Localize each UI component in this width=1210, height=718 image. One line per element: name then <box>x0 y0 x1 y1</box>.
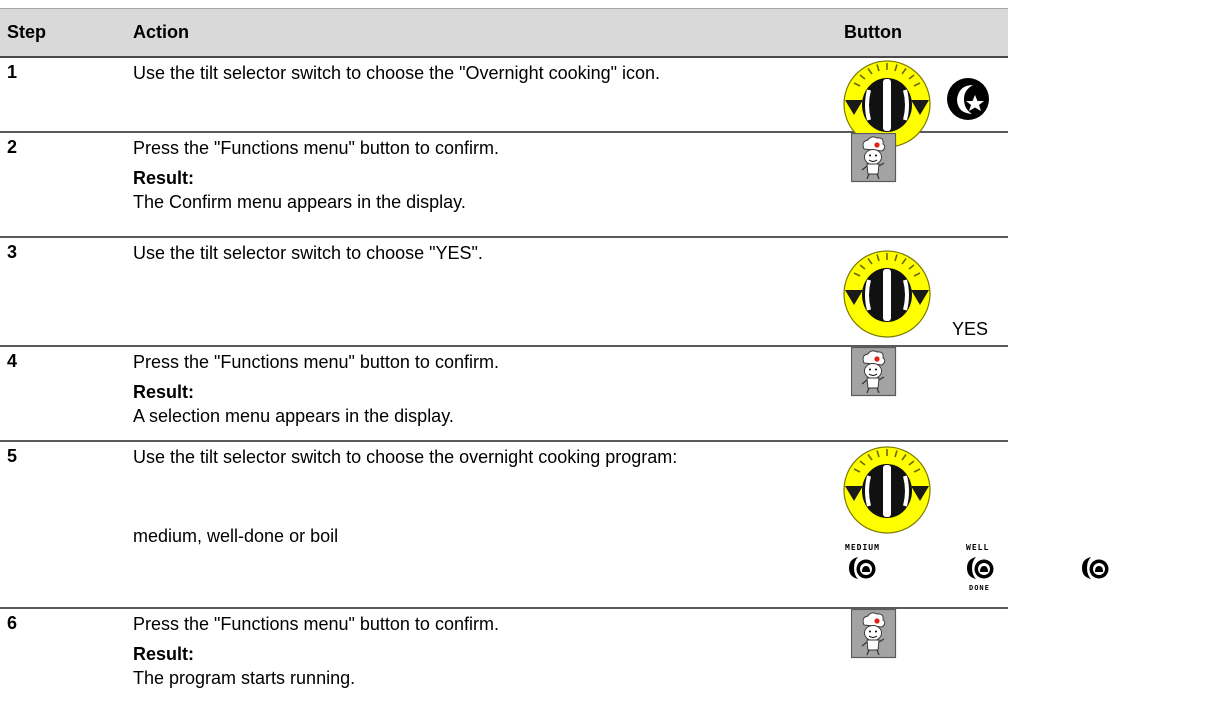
result-text: A selection menu appears in the display. <box>133 406 454 426</box>
action-text: Press the "Functions menu" button to con… <box>133 352 499 372</box>
step-number: 3 <box>7 242 18 262</box>
header-button: Button <box>844 22 902 42</box>
tilt-selector-switch-icon <box>843 446 931 534</box>
button-cell: MEDIUM WELL DONE <box>843 442 1109 607</box>
table-row: 6 Press the "Functions menu" button to c… <box>0 609 1008 714</box>
action-text: Use the tilt selector switch to choose t… <box>133 447 678 467</box>
action-cell: Use the tilt selector switch to choose t… <box>133 62 773 92</box>
action-text: Use the tilt selector switch to choose t… <box>133 63 661 83</box>
table-row: 2 Press the "Functions menu" button to c… <box>0 133 1008 238</box>
table-row: 1 Use the tilt selector switch to choose… <box>0 58 1008 148</box>
functions-menu-button-icon <box>851 609 897 659</box>
button-cell <box>843 347 1008 440</box>
button-cell <box>843 58 1008 148</box>
well-done-program-icon: WELL DONE <box>963 544 1003 600</box>
action-text: Press the "Functions menu" button to con… <box>133 138 499 158</box>
result-label: Result: <box>133 168 195 188</box>
medium-label: MEDIUM <box>845 543 880 552</box>
action-cell: Press the "Functions menu" button to con… <box>133 137 773 213</box>
boil-program-icon <box>1080 553 1112 581</box>
result-label: Result: <box>133 382 195 402</box>
step-number: 2 <box>7 137 18 157</box>
action-cell: Use the tilt selector switch to choose t… <box>133 446 773 546</box>
table-header: Step Action Button <box>0 9 1008 58</box>
header-step: Step <box>7 22 47 42</box>
table-row: 3 Use the tilt selector switch to choose… <box>0 238 1008 347</box>
step-number: 5 <box>7 446 18 466</box>
overnight-cooking-icon <box>947 78 989 120</box>
button-cell <box>843 609 1008 714</box>
action-cell: Use the tilt selector switch to choose "… <box>133 242 773 272</box>
functions-menu-button-icon <box>851 133 897 183</box>
step-number: 1 <box>7 62 18 82</box>
medium-program-icon: MEDIUM <box>845 544 881 590</box>
moon-pot-icon <box>967 557 994 579</box>
table-row: 4 Press the "Functions menu" button to c… <box>0 347 1008 442</box>
action-cell: Press the "Functions menu" button to con… <box>133 351 773 427</box>
step-number: 4 <box>7 351 18 371</box>
action-text: Press the "Functions menu" button to con… <box>133 614 499 634</box>
header-action: Action <box>133 22 189 42</box>
result-text: The program starts running. <box>133 668 356 688</box>
moon-pot-icon <box>849 557 876 579</box>
table-row: 5 Use the tilt selector switch to choose… <box>0 442 1109 609</box>
functions-menu-button-icon <box>851 347 897 397</box>
action-cell: Press the "Functions menu" button to con… <box>133 613 773 689</box>
tilt-selector-switch-icon <box>843 250 931 338</box>
yes-label: YES <box>952 319 989 339</box>
action-text: Use the tilt selector switch to choose "… <box>133 243 483 263</box>
action-text-options: medium, well-done or boil <box>133 526 339 546</box>
done-label: DONE <box>969 584 990 592</box>
button-cell <box>843 133 1008 236</box>
result-label: Result: <box>133 644 195 664</box>
result-text: The Confirm menu appears in the display. <box>133 192 466 212</box>
button-cell: YES <box>843 238 1008 345</box>
step-number: 6 <box>7 613 18 633</box>
moon-pot-icon <box>1082 557 1109 579</box>
well-label: WELL <box>966 543 990 552</box>
